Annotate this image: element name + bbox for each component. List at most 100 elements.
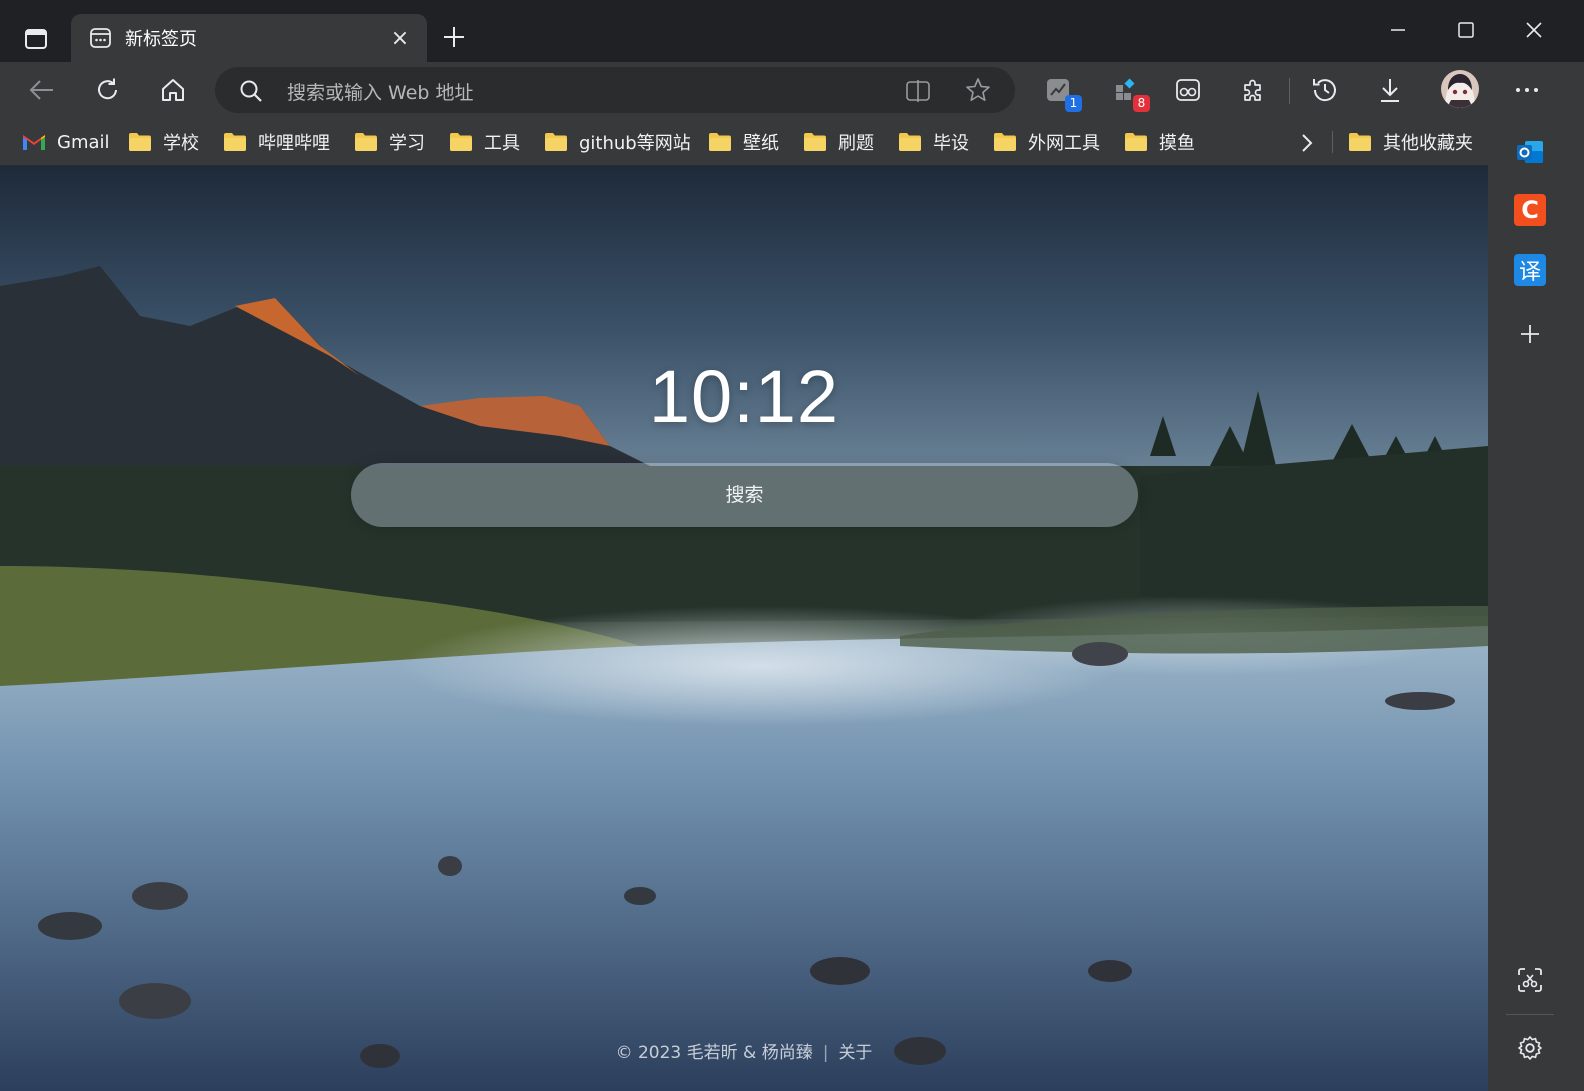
- gear-icon: [1518, 1036, 1542, 1060]
- folder-icon: [709, 133, 731, 151]
- sidebar-item-outlook[interactable]: [1514, 136, 1546, 168]
- close-icon: [1526, 22, 1542, 38]
- folder-icon: [545, 133, 567, 151]
- sidebar-item-translate[interactable]: 译: [1514, 254, 1546, 286]
- bookmarks-overflow-button[interactable]: [1294, 130, 1320, 156]
- folder-icon: [224, 133, 246, 151]
- folder-icon: [450, 133, 472, 151]
- anime-avatar-icon: [1441, 70, 1479, 108]
- back-arrow-icon: [29, 80, 53, 100]
- search-icon: [237, 77, 265, 105]
- folder-icon: [1125, 133, 1147, 151]
- footer-divider: |: [822, 1043, 829, 1063]
- folder-icon: [355, 133, 377, 151]
- bookmark-folder[interactable]: github等网站: [544, 127, 691, 157]
- bookmark-label: 学习: [389, 133, 425, 154]
- sidebar-item-c-app[interactable]: C: [1514, 194, 1546, 226]
- home-button[interactable]: [153, 70, 193, 110]
- tab-actions-button[interactable]: [18, 22, 54, 56]
- new-tab-page: 10:12 © 2023 毛若昕 & 杨尚臻 | 关于: [0, 166, 1488, 1091]
- new-tab-page-icon: [89, 27, 111, 49]
- bookmark-label: 壁纸: [743, 133, 779, 154]
- footer-about-link[interactable]: 关于: [838, 1043, 872, 1063]
- footer: © 2023 毛若昕 & 杨尚臻 | 关于: [0, 1038, 1488, 1063]
- settings-more-button[interactable]: [1507, 70, 1547, 110]
- history-button[interactable]: [1305, 70, 1345, 110]
- home-icon: [162, 79, 184, 101]
- profile-avatar[interactable]: [1441, 70, 1479, 108]
- clock: 10:12: [648, 355, 840, 438]
- gmail-icon: [23, 135, 45, 150]
- sidebar-settings-button[interactable]: [1514, 1032, 1546, 1064]
- refresh-icon: [98, 78, 117, 100]
- bookmark-folder[interactable]: 摸鱼: [1124, 127, 1195, 157]
- bookmark-folder[interactable]: 学习: [354, 127, 425, 157]
- bookmark-folder[interactable]: 刷题: [803, 127, 874, 157]
- minimize-button[interactable]: [1368, 12, 1428, 48]
- extension-2-button[interactable]: 8: [1106, 70, 1150, 112]
- history-icon: [1313, 79, 1336, 102]
- toolbar-divider: [1289, 78, 1290, 104]
- translate-icon: 译: [1518, 260, 1541, 285]
- more-dots-icon: [1516, 88, 1538, 92]
- tab-close-icon[interactable]: ×: [387, 25, 413, 51]
- edge-sidebar: C 译: [1488, 118, 1584, 1091]
- bookmark-label: 毕设: [933, 133, 969, 154]
- extension-2-badge: 8: [1133, 95, 1150, 112]
- bookmark-other-favorites[interactable]: 其他收藏夹: [1348, 127, 1473, 157]
- favorite-star-icon[interactable]: [963, 75, 993, 105]
- immersive-reader-button[interactable]: [1168, 70, 1208, 110]
- outlook-icon: [1517, 141, 1543, 163]
- landscape-wallpaper: [0, 266, 1488, 1091]
- minimize-icon: [1391, 29, 1405, 31]
- close-window-button[interactable]: [1504, 12, 1564, 48]
- tab-actions-icon: [25, 29, 47, 49]
- folder-icon: [129, 133, 151, 151]
- sidebar-divider: [1506, 1014, 1554, 1015]
- bookmark-folder[interactable]: 哔哩哔哩: [223, 127, 330, 157]
- bookmark-label: 学校: [163, 133, 199, 154]
- footer-copyright: © 2023 毛若昕 & 杨尚臻: [615, 1043, 813, 1063]
- back-button[interactable]: [22, 70, 62, 110]
- folder-icon: [804, 133, 826, 151]
- tab-new-tab[interactable]: 新标签页 ×: [71, 14, 427, 62]
- bookmark-label: 摸鱼: [1159, 133, 1195, 154]
- maximize-button[interactable]: [1436, 12, 1496, 48]
- bookmark-folder[interactable]: 壁纸: [708, 127, 779, 157]
- extensions-button[interactable]: [1233, 70, 1273, 110]
- bookmark-label: 哔哩哔哩: [258, 133, 330, 154]
- extension-1-button[interactable]: 1: [1038, 70, 1082, 112]
- split-screen-icon[interactable]: [903, 76, 933, 106]
- search-input[interactable]: [351, 463, 1138, 527]
- tab-strip: 新标签页 ×: [0, 0, 1584, 62]
- puzzle-icon: [1244, 79, 1261, 101]
- search-box[interactable]: [351, 463, 1138, 527]
- plus-icon: [1521, 325, 1539, 343]
- refresh-button[interactable]: [88, 70, 128, 110]
- new-tab-button[interactable]: [437, 20, 471, 54]
- sidebar-screenshot-button[interactable]: [1514, 964, 1546, 996]
- folder-icon: [994, 133, 1016, 151]
- bookmark-label: 其他收藏夹: [1383, 133, 1473, 154]
- chevron-right-icon: [1302, 134, 1313, 152]
- bookmark-folder[interactable]: 外网工具: [993, 127, 1100, 157]
- download-icon: [1381, 79, 1399, 102]
- address-bar[interactable]: 搜索或输入 Web 地址: [215, 67, 1015, 113]
- bookmark-folder[interactable]: 工具: [449, 127, 520, 157]
- plus-icon: [444, 27, 464, 47]
- bookmark-gmail[interactable]: Gmail: [22, 127, 110, 157]
- bookmark-folder[interactable]: 学校: [128, 127, 199, 157]
- favorites-bar: Gmail 学校 哔哩哔哩 学习 工具 github等网站 壁纸 刷题 毕设 外…: [0, 118, 1488, 166]
- bookmark-label: Gmail: [57, 131, 110, 153]
- bookmark-label: 刷题: [838, 133, 874, 154]
- downloads-button[interactable]: [1370, 70, 1410, 110]
- bookmark-label: 外网工具: [1028, 133, 1100, 154]
- maximize-icon: [1458, 22, 1474, 38]
- folder-icon: [899, 133, 921, 151]
- c-app-icon: C: [1521, 196, 1539, 224]
- extension-1-badge: 1: [1065, 95, 1082, 112]
- bookmark-folder[interactable]: 毕设: [898, 127, 969, 157]
- sidebar-add-button[interactable]: [1514, 318, 1546, 350]
- address-bar-placeholder[interactable]: 搜索或输入 Web 地址: [287, 78, 474, 105]
- tab-title: 新标签页: [125, 29, 197, 50]
